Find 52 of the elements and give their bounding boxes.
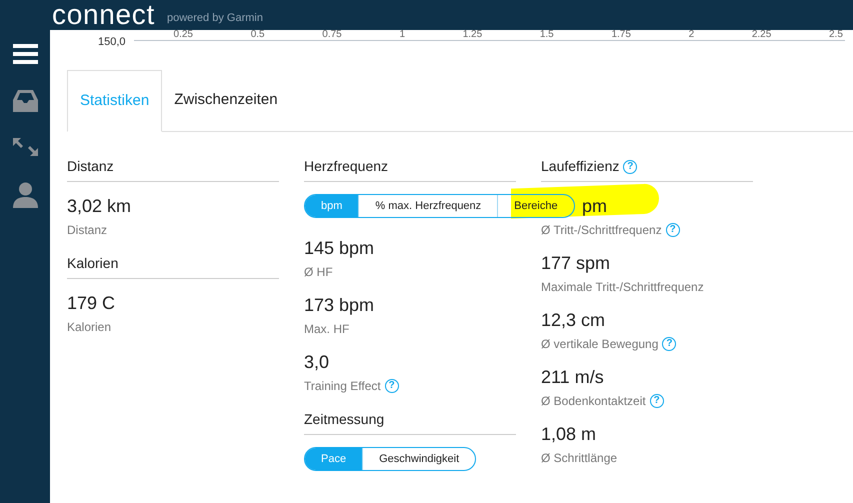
stat-value: 3,02 km [67, 195, 132, 218]
stat-label: Training Effect [304, 378, 381, 395]
stat-value: 3,0 [304, 351, 330, 374]
toggle-option[interactable]: bpm [305, 195, 358, 217]
stat-value: 177 spm [541, 252, 612, 275]
help-icon[interactable]: ? [623, 160, 638, 174]
stat-label: Ø Bodenkontaktzeit [541, 393, 646, 410]
stat-label: Ø HF [304, 264, 333, 281]
axis-tick-label: 2 [688, 30, 694, 41]
stat-value: 145 bpm [304, 237, 376, 260]
tagline: powered by Garmin [166, 10, 263, 26]
stat-value: 1,08 m [541, 423, 598, 446]
stat-label: Max. HF [304, 321, 350, 338]
help-icon[interactable]: ? [662, 337, 676, 351]
section-heading: Herzfrequenz [304, 157, 388, 176]
stat-label: Kalorien [67, 319, 112, 336]
axis-label: 150,0 [98, 35, 126, 50]
toggle-option[interactable]: % max. Herzfrequenz [358, 195, 498, 217]
diagonal-arrows-icon[interactable] [12, 138, 38, 156]
axis-tick-label: 2.5 [829, 30, 843, 41]
stat-value: 211 m/s [541, 366, 605, 389]
section-heading: Laufeffizienz [541, 157, 620, 176]
stat-label: Maximale Tritt-/Schrittfrequenz [541, 279, 704, 296]
tab[interactable]: Statistiken [67, 70, 162, 132]
help-icon[interactable]: ? [666, 223, 680, 237]
section-heading: Zeitmessung [304, 410, 384, 429]
axis-tick-label: 0.75 [322, 30, 342, 41]
toggle-option[interactable]: Pace [305, 448, 362, 470]
stat-value: 179 C [67, 292, 116, 315]
stat-label: Ø Schrittlänge [541, 450, 618, 467]
section-heading: Distanz [67, 157, 114, 176]
axis-tick-label: 1.75 [611, 30, 631, 41]
axis-tick-label: 1 [399, 30, 405, 41]
stat-label: Distanz [67, 222, 108, 239]
axis-tick-label: 1.25 [462, 30, 482, 41]
toggle-option[interactable]: Geschwindigkeit [362, 448, 476, 470]
stat-label: Ø vertikale Bewegung [541, 336, 658, 353]
section-heading: Kalorien [67, 254, 118, 273]
help-icon[interactable]: ? [384, 379, 399, 393]
axis-tick-label: 0.25 [174, 30, 193, 41]
axis-tick-label: 0.5 [250, 30, 265, 41]
tab[interactable]: Zwischenzeiten [162, 69, 290, 131]
help-icon[interactable]: ? [650, 394, 664, 408]
logo[interactable]: connect [52, 0, 155, 30]
user-icon[interactable] [12, 182, 38, 208]
stat-label: Ø Tritt-/Schrittfrequenz [541, 222, 662, 239]
inbox-icon[interactable] [12, 90, 38, 112]
stat-value: 12,3 cm [541, 309, 606, 332]
stat-value: 173 bpm [304, 294, 376, 317]
menu-icon[interactable] [12, 44, 38, 64]
axis-tick-label: 2.25 [752, 30, 772, 41]
axis-tick-label: 1.5 [540, 30, 554, 41]
